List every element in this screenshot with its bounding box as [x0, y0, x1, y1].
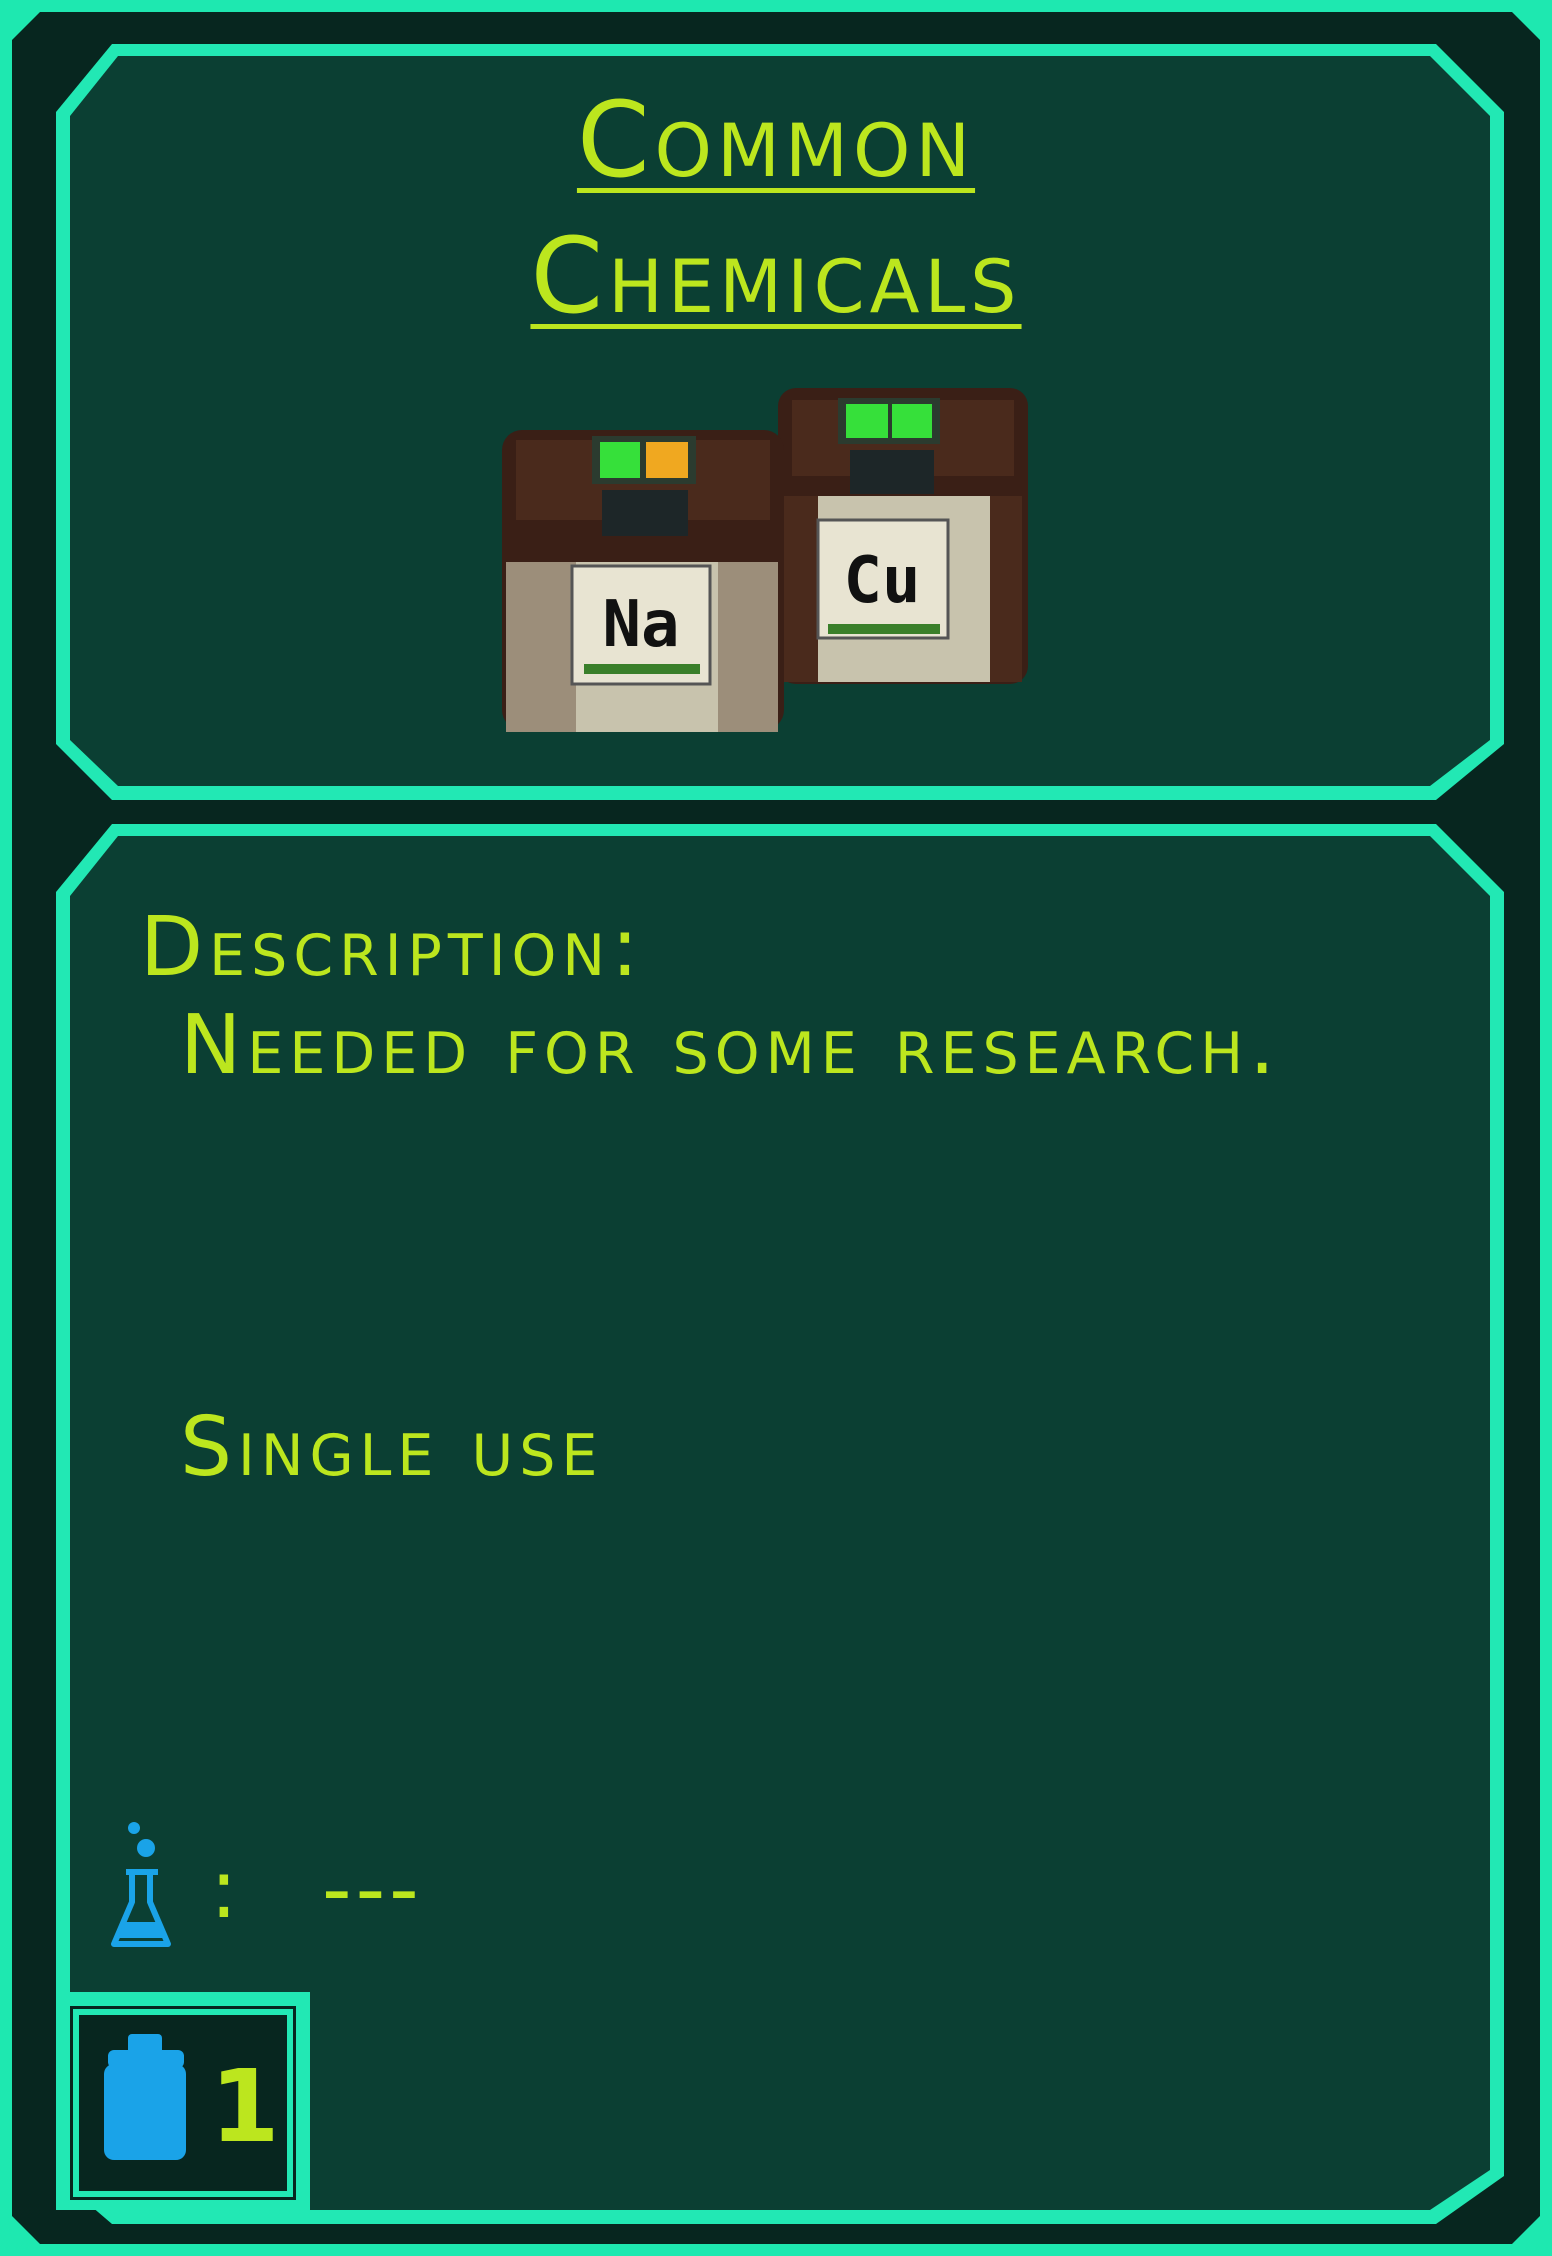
- item-title: Common Chemicals: [0, 72, 1552, 344]
- research-separator: :: [210, 1842, 238, 1937]
- item-title-line1: Common: [576, 79, 976, 201]
- item-title-line2: Chemicals: [530, 215, 1022, 337]
- description-text: Needed for some research.: [180, 998, 1282, 1093]
- canister-cu: Cu: [778, 388, 1028, 684]
- chemical-canisters-icon: Cu Na: [502, 388, 1028, 732]
- item-card: Cu Na Common Chemicals Description: Need…: [0, 0, 1552, 2256]
- canister-na: Na: [502, 430, 784, 732]
- canister-label-na: Na: [602, 588, 679, 662]
- weight-icon: [104, 2034, 186, 2160]
- canister-label-cu: Cu: [843, 544, 920, 618]
- usage-text: Single use: [180, 1400, 604, 1495]
- description-label: Description:: [140, 900, 645, 995]
- weight-value: 1: [210, 2048, 280, 2165]
- research-value: ---: [322, 1842, 423, 1937]
